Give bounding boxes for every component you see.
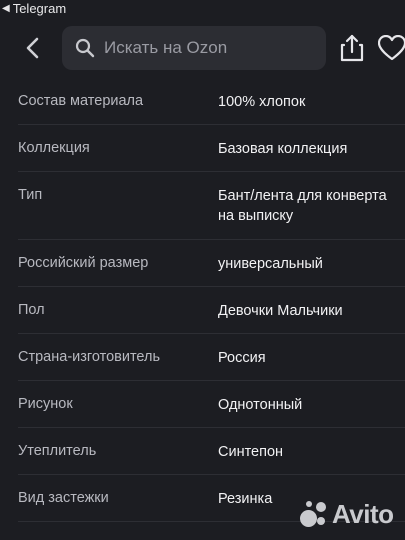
back-triangle-icon: ◀ [2,3,10,14]
spec-row: Состав материала 100% хлопок [0,78,405,125]
spec-label: Тип [18,187,43,203]
spec-value: 100% хлопок [218,94,306,110]
spec-label: Пол [18,302,45,318]
spec-label: Состав материала [18,93,144,109]
spec-label: Коллекция [18,140,90,156]
spec-label: Российский размер [18,255,149,271]
back-app-label: Telegram [12,1,67,16]
spec-row: Российский размер универсальный [0,240,405,287]
spec-value: Россия [218,350,266,366]
avito-wordmark: Avito [332,498,394,529]
favorite-button[interactable] [378,35,405,61]
avito-watermark: Avito [298,496,394,532]
specs-table: Состав материала 100% хлопок Коллекция Б… [0,78,405,522]
spec-value: Однотонный [218,397,303,413]
spec-row: Коллекция Базовая коллекция [0,125,405,172]
spec-row: Рисунок Однотонный [0,381,405,428]
spec-label: Утеплитель [18,443,97,459]
search-icon [74,37,96,59]
back-to-app-link[interactable]: ◀ Telegram [2,1,66,16]
back-button[interactable] [18,34,46,62]
spec-label: Вид застежки [18,490,109,506]
header: Искать на Ozon [0,22,405,74]
spec-label: Страна-изготовитель [18,349,161,365]
spec-label: Рисунок [18,396,73,412]
search-input[interactable]: Искать на Ozon [62,26,326,70]
chevron-left-icon [26,37,39,59]
spec-row: Утеплитель Синтепон [0,428,405,475]
spec-value: Девочки Мальчики [218,303,343,319]
spec-row: Страна-изготовитель Россия [0,334,405,381]
spec-value: Бант/лента для конверта на выписку [218,188,387,224]
share-icon [340,34,364,62]
status-bar: ◀ Telegram [0,0,405,18]
spec-row: Пол Девочки Мальчики [0,287,405,334]
avito-logo-icon [298,499,328,529]
share-button[interactable] [339,34,365,62]
spec-value: универсальный [218,256,323,272]
heart-icon [378,35,405,61]
search-placeholder: Искать на Ozon [104,38,228,57]
spec-value: Базовая коллекция [218,141,348,157]
spec-value: Синтепон [218,444,284,460]
spec-row: Тип Бант/лента для конверта на выписку [0,172,405,240]
